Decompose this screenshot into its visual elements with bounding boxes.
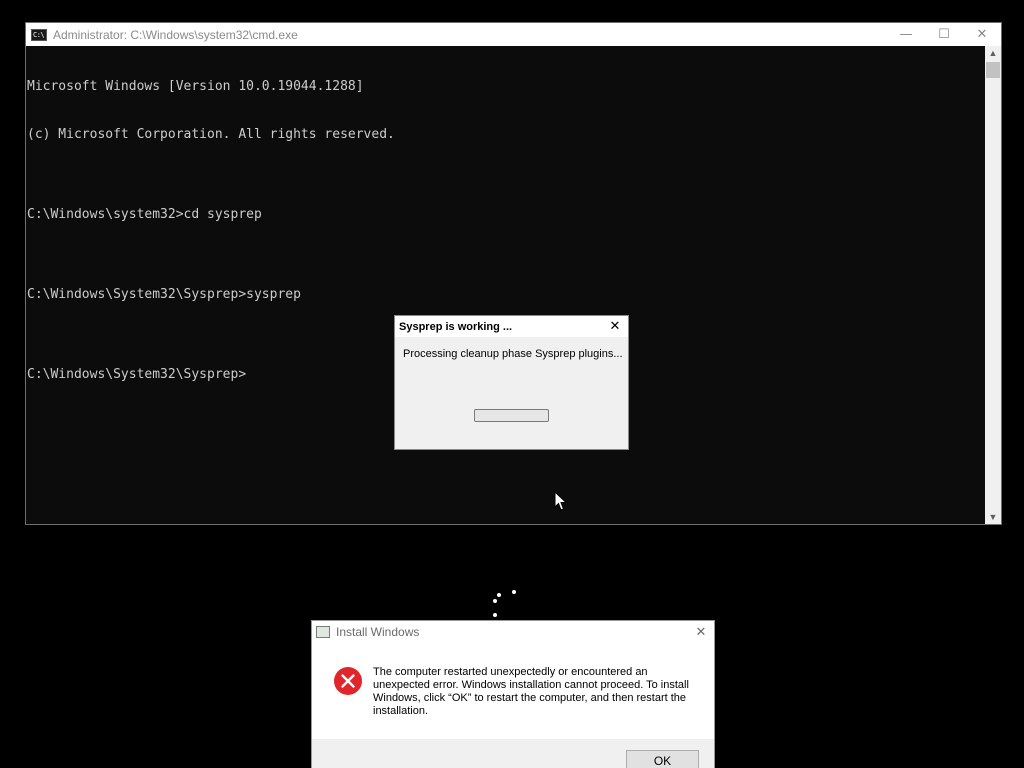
maximize-button[interactable]: ☐ [925,23,963,46]
install-title: Install Windows [336,625,420,639]
error-message: The computer restarted unexpectedly or e… [373,666,689,717]
sysprep-dialog[interactable]: Sysprep is working ... ✕ Processing clea… [394,315,629,450]
setup-app-icon [316,626,330,638]
console-line: (c) Microsoft Corporation. All rights re… [27,127,395,142]
console-output[interactable]: Microsoft Windows [Version 10.0.19044.12… [26,46,985,524]
install-titlebar[interactable]: Install Windows ✕ [312,621,714,643]
scroll-down-icon[interactable]: ▼ [988,512,998,522]
cmd-titlebar[interactable]: C:\ Administrator: C:\Windows\system32\c… [26,23,1001,46]
loading-spinner-icon [493,590,516,617]
console-line: Microsoft Windows [Version 10.0.19044.12… [27,79,364,94]
sysprep-titlebar[interactable]: Sysprep is working ... ✕ [395,316,628,337]
cmd-icon: C:\ [31,28,47,41]
window-controls: — ☐ ✕ [887,23,1001,46]
console-line: C:\Windows\System32\Sysprep>sysprep [27,287,301,302]
scroll-up-icon[interactable]: ▲ [988,48,998,58]
close-icon[interactable]: ✕ [693,624,709,640]
progress-bar [474,409,549,422]
vertical-scrollbar[interactable]: ▲ ▼ [985,46,1001,524]
close-icon[interactable]: ✕ [607,318,623,334]
ok-button[interactable]: OK [626,750,699,768]
console-line: C:\Windows\system32>cd sysprep [27,207,262,222]
sysprep-title: Sysprep is working ... [399,320,513,333]
install-windows-dialog[interactable]: Install Windows ✕ The computer restarted… [311,620,715,768]
scroll-thumb[interactable] [986,62,1000,78]
sysprep-status-message: Processing cleanup phase Sysprep plugins… [403,348,623,360]
cmd-title: Administrator: C:\Windows\system32\cmd.e… [53,27,298,42]
minimize-button[interactable]: — [887,23,925,46]
close-button[interactable]: ✕ [963,23,1001,46]
dialog-footer: OK [312,739,714,768]
mouse-cursor-icon [554,491,568,511]
error-icon [334,667,362,695]
